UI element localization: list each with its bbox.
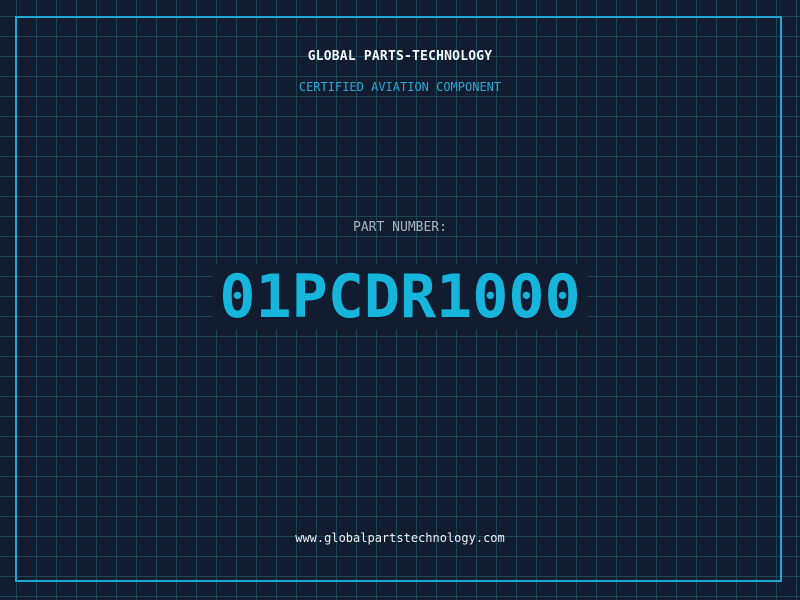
certification-subtitle: CERTIFIED AVIATION COMPONENT [298, 80, 502, 94]
part-number-container: 01PCDR1000 [0, 264, 800, 330]
part-number-label: PART NUMBER: [353, 220, 447, 235]
company-name: GLOBAL PARTS-TECHNOLOGY [307, 49, 493, 64]
website-link[interactable]: www.globalpartstechnology.com [0, 531, 800, 545]
part-number-value: 01PCDR1000 [213, 264, 587, 330]
